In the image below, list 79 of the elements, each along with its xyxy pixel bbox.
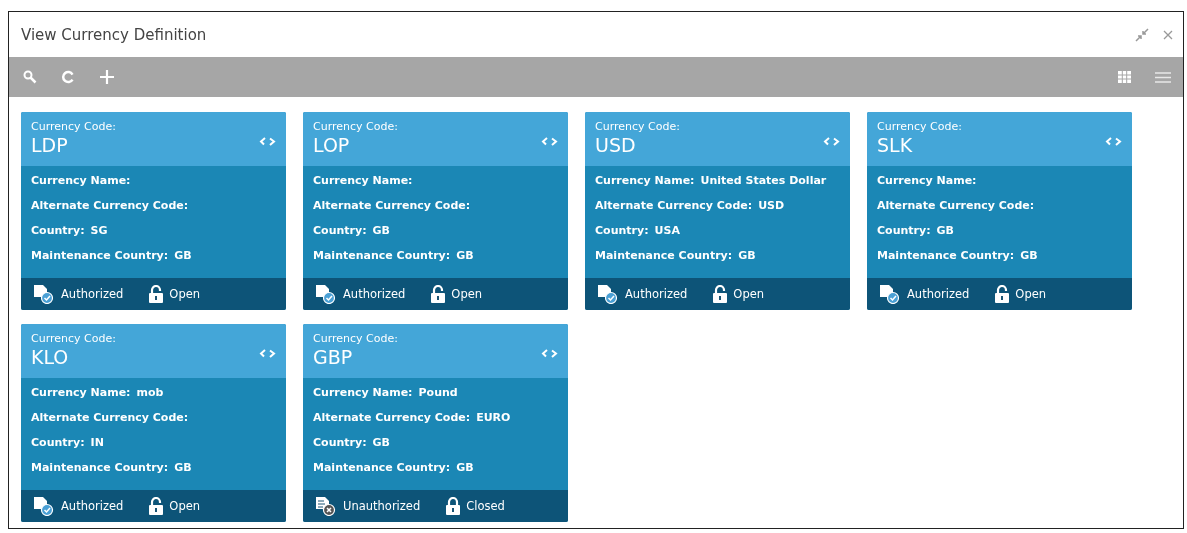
field-label: Currency Name: bbox=[313, 386, 413, 399]
field-label: Maintenance Country: bbox=[877, 249, 1015, 262]
add-icon[interactable] bbox=[99, 69, 115, 85]
field-label: Currency Name: bbox=[31, 386, 131, 399]
field-label: Country: bbox=[313, 436, 367, 449]
field-value: SG bbox=[90, 224, 108, 237]
field-label: Country: bbox=[31, 224, 85, 237]
record-status: Open bbox=[1015, 287, 1047, 301]
field-label: Alternate Currency Code: bbox=[877, 199, 1035, 212]
field-value: IN bbox=[90, 436, 104, 449]
field-label: Country: bbox=[313, 224, 367, 237]
collapse-icon[interactable] bbox=[1135, 27, 1149, 42]
record-status: Open bbox=[733, 287, 765, 301]
field-label: Maintenance Country: bbox=[313, 249, 451, 262]
field-label: Currency Name: bbox=[31, 174, 131, 187]
record-status: Closed bbox=[466, 499, 505, 513]
field-value: USA bbox=[654, 224, 680, 237]
field-label: Maintenance Country: bbox=[31, 249, 169, 262]
field-label: Maintenance Country: bbox=[31, 461, 169, 474]
record-status: Open bbox=[169, 287, 201, 301]
field-label: Country: bbox=[31, 436, 85, 449]
currency-card[interactable]: Currency Code: LOP Currency Name: Alternate Currency Code: Country: GB Maintenance Country: GB Authorized Open bbox=[303, 112, 568, 310]
currency-card[interactable]: Currency Code: LDP Currency Name: Alternate Currency Code: Country: SG Maintenance Country: GB Authorized Open bbox=[21, 112, 286, 310]
refresh-icon[interactable] bbox=[61, 70, 75, 84]
field-label: Currency Code: bbox=[31, 120, 116, 133]
field-label: Country: bbox=[595, 224, 649, 237]
field-value: GB bbox=[372, 224, 390, 237]
authorization-status: Unauthorized bbox=[343, 499, 421, 513]
record-status: Open bbox=[169, 499, 201, 513]
field-label: Alternate Currency Code: bbox=[31, 411, 189, 424]
field-label: Currency Code: bbox=[313, 332, 398, 345]
currency-code: USD bbox=[595, 133, 637, 157]
search-icon[interactable] bbox=[23, 70, 37, 84]
field-label: Alternate Currency Code: bbox=[31, 199, 189, 212]
field-value: mob bbox=[136, 386, 164, 399]
field-value: GB bbox=[936, 224, 954, 237]
field-value: EURO bbox=[476, 411, 511, 424]
authorization-status: Authorized bbox=[343, 287, 406, 301]
field-label: Currency Code: bbox=[31, 332, 116, 345]
window-title: View Currency Definition bbox=[21, 25, 207, 44]
currency-card[interactable]: Currency Code: USD Currency Name: United States Dollar Alternate Currency Code: USD Country: USA Maintenance Country: GB Authorized Open bbox=[585, 112, 850, 310]
grid-view-icon[interactable] bbox=[1118, 71, 1131, 83]
authorization-status: Authorized bbox=[61, 287, 124, 301]
field-value: GB bbox=[1020, 249, 1038, 262]
field-label: Currency Name: bbox=[313, 174, 413, 187]
field-value: GB bbox=[456, 249, 474, 262]
currency-code: KLO bbox=[31, 345, 70, 369]
authorization-status: Authorized bbox=[625, 287, 688, 301]
field-label: Country: bbox=[877, 224, 931, 237]
field-label: Currency Code: bbox=[595, 120, 680, 133]
currency-code: LOP bbox=[313, 133, 351, 157]
field-value: GB bbox=[372, 436, 390, 449]
authorization-status: Authorized bbox=[61, 499, 124, 513]
currency-code: GBP bbox=[313, 345, 354, 369]
field-label: Currency Code: bbox=[877, 120, 962, 133]
record-status: Open bbox=[451, 287, 483, 301]
currency-code: SLK bbox=[877, 133, 914, 157]
currency-code: LDP bbox=[31, 133, 69, 157]
field-label: Maintenance Country: bbox=[595, 249, 733, 262]
field-value: USD bbox=[758, 199, 785, 212]
field-label: Alternate Currency Code: bbox=[595, 199, 753, 212]
field-label: Currency Name: bbox=[877, 174, 977, 187]
close-icon[interactable] bbox=[1163, 29, 1173, 40]
field-label: Currency Code: bbox=[313, 120, 398, 133]
currency-card[interactable]: Currency Code: GBP Currency Name: Pound Alternate Currency Code: EURO Country: GB Maintenance Country: GB Unauthorized Closed bbox=[303, 324, 568, 522]
field-value: GB bbox=[738, 249, 756, 262]
authorization-status: Authorized bbox=[907, 287, 970, 301]
field-value: GB bbox=[174, 249, 192, 262]
field-value: United States Dollar bbox=[700, 174, 827, 187]
field-value: Pound bbox=[418, 386, 458, 399]
field-value: GB bbox=[456, 461, 474, 474]
field-label: Currency Name: bbox=[595, 174, 695, 187]
list-view-icon[interactable] bbox=[1155, 71, 1171, 83]
field-label: Alternate Currency Code: bbox=[313, 411, 471, 424]
currency-card[interactable]: Currency Code: SLK Currency Name: Alternate Currency Code: Country: GB Maintenance Country: GB Authorized Open bbox=[867, 112, 1132, 310]
field-value: GB bbox=[174, 461, 192, 474]
currency-card[interactable]: Currency Code: KLO Currency Name: mob Alternate Currency Code: Country: IN Maintenance Country: GB Authorized Open bbox=[21, 324, 286, 522]
field-label: Alternate Currency Code: bbox=[313, 199, 471, 212]
field-label: Maintenance Country: bbox=[313, 461, 451, 474]
